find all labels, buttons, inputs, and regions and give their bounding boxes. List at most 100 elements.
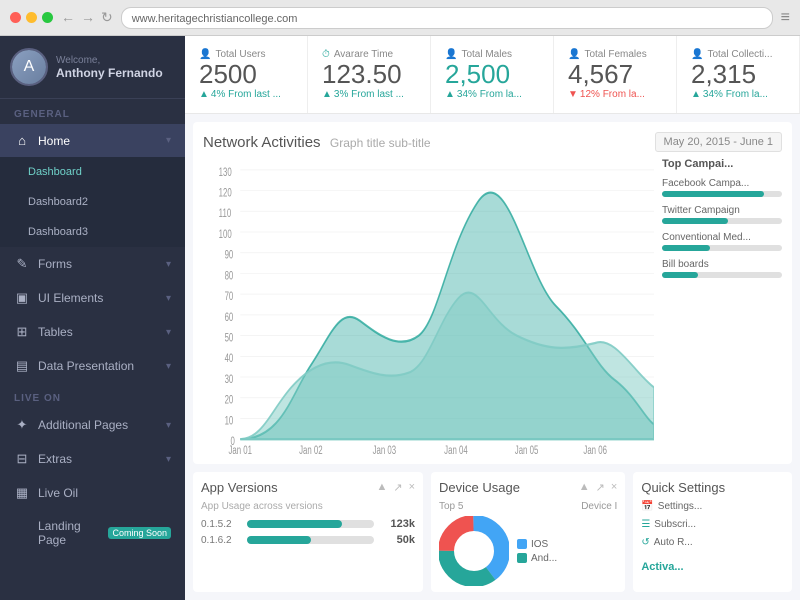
device-usage-controls: ▲ ↗ × [579,481,618,494]
campaign-name-twitter: Twitter Campaign [662,205,782,216]
campaign-name-billboards: Bill boards [662,259,782,270]
expand-icon[interactable]: ▲ [376,481,387,494]
app-bar-2 [247,536,374,544]
close-icon[interactable]: × [409,481,415,494]
close-icon[interactable]: × [611,481,617,494]
sidebar-item-live-oil[interactable]: ▦ Live Oil [0,476,185,510]
app-versions-panel: App Versions ▲ ↗ × App Usage across vers… [193,472,423,592]
close-dot[interactable] [10,12,21,23]
device-top-labels: Top 5 Device I [439,501,617,512]
sidebar-item-ui-elements[interactable]: ▣ UI Elements ▾ [0,281,185,315]
stat-total-females: 👤 Total Females 4,567 ▼ 12% From la... [554,36,677,113]
legend-ios: IOS [517,539,557,550]
android-label: And... [531,553,557,564]
quick-settings-header: Quick Settings [641,480,784,495]
sidebar-item-dashboard[interactable]: Dashboard [0,157,185,187]
app-versions-title: App Versions [201,480,278,495]
chart-and-panel: 130 120 110 100 90 80 70 60 50 40 30 20 … [203,158,782,454]
minimize-dot[interactable] [26,12,37,23]
app-count-2: 50k [380,534,415,546]
sidebar-dashboard3-label: Dashboard3 [28,226,171,238]
android-color [517,553,527,563]
app-bar-1 [247,520,374,528]
chart-header: Network Activities Graph title sub-title… [203,132,782,152]
svg-text:120: 120 [219,187,232,200]
chart-title: Network Activities [203,134,321,151]
back-button[interactable]: ← [61,9,75,26]
app-bar-fill-1 [247,520,342,528]
sidebar-item-tables[interactable]: ⊞ Tables ▾ [0,315,185,349]
qs-subscribe[interactable]: ☰ Subscri... [641,519,784,530]
sidebar-dashboard-label: Dashboard [28,166,171,178]
sidebar-item-dashboard2[interactable]: Dashboard2 [0,187,185,217]
sidebar-item-extras[interactable]: ⊟ Extras ▾ [0,442,185,476]
top-campaigns-panel: Top Campai... Facebook Campa... Twitter … [662,158,782,454]
maximize-dot[interactable] [42,12,53,23]
campaign-item-facebook: Facebook Campa... [662,178,782,197]
stat-average-time: ⏱ Avarare Time 123.50 ▲ 3% From last ... [308,36,431,113]
campaign-name-facebook: Facebook Campa... [662,178,782,189]
chart-subtitle: Graph title sub-title [330,136,431,150]
coming-soon-badge: Coming Soon [108,527,171,539]
user-welcome: Welcome, [56,55,163,66]
app-count-1: 123k [380,518,415,530]
ios-label: IOS [531,539,548,550]
chevron-icon: ▾ [166,259,171,270]
live-oil-icon: ▦ [14,485,30,501]
app-bar-fill-2 [247,536,311,544]
sidebar-home-label: Home [38,134,158,148]
quick-settings-items: 📅 Settings... ☰ Subscri... ↺ Auto R... A… [641,501,784,584]
app-versions-controls: ▲ ↗ × [376,481,415,494]
sidebar-additional-pages-label: Additional Pages [38,418,158,432]
qs-settings[interactable]: 📅 Settings... [641,501,784,512]
sidebar-item-landing-page[interactable]: Landing Page Coming Soon [0,510,185,556]
sidebar-tables-label: Tables [38,325,158,339]
expand-icon[interactable]: ▲ [579,481,590,494]
svg-text:130: 130 [219,166,232,179]
stat-total-males-value: 2,500 [445,60,539,89]
main-content: 👤 Total Users 2500 ▲ 4% From last ... ⏱ … [185,36,800,600]
legend-android: And... [517,553,557,564]
stat-average-time-change: ▲ 3% From last ... [322,89,416,100]
campaign-bar-billboards [662,272,782,278]
refresh-button[interactable]: ↻ [101,9,113,26]
sidebar-item-home[interactable]: ⌂ Home ▾ [0,124,185,157]
chart-date[interactable]: May 20, 2015 - June 1 [655,132,782,152]
svg-text:40: 40 [225,353,234,366]
sidebar-extras-label: Extras [38,452,158,466]
avatar: A [10,48,48,86]
bottom-row: App Versions ▲ ↗ × App Usage across vers… [193,472,792,592]
qs-auto-refresh[interactable]: ↺ Auto R... [641,537,784,548]
chevron-icon: ▾ [166,361,171,372]
app-version-label-2: 0.1.6.2 [201,535,241,546]
campaign-item-twitter: Twitter Campaign [662,205,782,224]
campaign-bar-fill-twitter [662,218,728,224]
stat-average-time-value: 123.50 [322,60,416,89]
live-on-section-label: LIVE ON [0,383,185,408]
external-icon[interactable]: ↗ [596,481,605,494]
sidebar-item-additional-pages[interactable]: ✦ Additional Pages ▾ [0,408,185,442]
app-container: A Welcome, Anthony Fernando GENERAL ⌂ Ho… [0,36,800,600]
sidebar-item-data-presentation[interactable]: ▤ Data Presentation ▾ [0,349,185,383]
forward-button[interactable]: → [81,9,95,26]
sidebar-item-dashboard3[interactable]: Dashboard3 [0,217,185,247]
campaign-bar-fill-billboards [662,272,698,278]
device-chart-area: IOS And... [439,516,617,586]
menu-icon[interactable]: ≡ [781,9,790,27]
chart-svg: 130 120 110 100 90 80 70 60 50 40 30 20 … [203,158,654,454]
svg-text:100: 100 [219,228,232,241]
user-info: Welcome, Anthony Fernando [56,55,163,80]
svg-text:70: 70 [225,291,234,304]
device-usage-title: Device Usage [439,480,520,495]
chevron-icon: ▾ [166,135,171,146]
campaign-bar-fill-conventional [662,245,710,251]
user-name: Anthony Fernando [56,66,163,80]
sidebar-item-forms[interactable]: ✎ Forms ▾ [0,247,185,281]
x-label-jan01: Jan 01 [228,445,252,454]
external-icon[interactable]: ↗ [393,481,402,494]
qs-active-status: Activa... [641,559,784,573]
svg-text:80: 80 [225,270,234,283]
top-campaigns-title: Top Campai... [662,158,782,170]
url-bar[interactable]: www.heritagechristiancollege.com [121,7,773,29]
svg-text:110: 110 [219,208,232,221]
